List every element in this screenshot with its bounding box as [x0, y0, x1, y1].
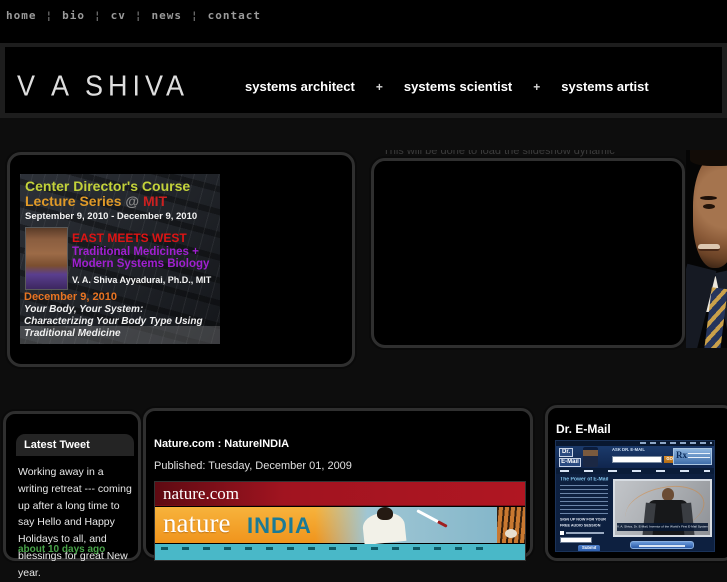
- site-blue-button-label: [639, 545, 685, 547]
- poster-talk-date: December 9, 2010: [24, 291, 117, 303]
- lecture-series-panel: Center Director's Course Lecture Series …: [7, 152, 355, 367]
- nature-india-illustration: [315, 507, 525, 546]
- nav-link-home[interactable]: home: [6, 9, 37, 22]
- tweet-text: Working away in a writing retreat --- co…: [18, 466, 132, 579]
- poster-east-meets-west: EAST MEETS WEST: [72, 231, 187, 245]
- poster-mit: MIT: [142, 193, 168, 209]
- portrait-eyebrow: [700, 196, 717, 200]
- nav-link-cv[interactable]: cv: [111, 9, 126, 22]
- nature-menu-items: [161, 547, 494, 550]
- nature-wordmark: nature: [163, 508, 231, 538]
- site-search-input[interactable]: [612, 456, 662, 463]
- illustration-tiger-chin: [505, 529, 517, 538]
- clipped-caption: This will be done to load the slideshow …: [383, 150, 645, 158]
- poster-title-line1: Center Director's Course: [25, 178, 191, 194]
- header-band: V A SHIVA systems architect + systems sc…: [0, 43, 727, 118]
- nature-news-panel: Nature.com : NatureINDIA Published: Tues…: [143, 408, 533, 561]
- site-content: The Power of E-Mail SIGN UP NOW FOR YOUR…: [556, 474, 714, 551]
- nav-separator: ¦: [134, 9, 143, 22]
- portrait-smile: [698, 244, 720, 251]
- tagline-plus: +: [375, 79, 383, 94]
- ask-dr-email-label: ASK DR. E-MAIL: [612, 448, 645, 453]
- portrait-face: [693, 156, 727, 268]
- signup-line2: FREE AUDIO SESSION: [560, 524, 601, 528]
- dr-email-site-screenshot[interactable]: Dr. E-Mail ASK DR. E-MAIL GO Rx The Powe…: [555, 440, 715, 552]
- photo-caption-text: V. A. Shiva, Dr. E-Mail, Inventor of the…: [617, 525, 708, 529]
- poster-dates: September 9, 2010 - December 9, 2010: [25, 211, 198, 222]
- slideshow-panel: [371, 158, 685, 348]
- nav-separator: ¦: [94, 9, 102, 22]
- lecture-poster-image[interactable]: Center Director's Course Lecture Series …: [20, 174, 220, 344]
- clipped-caption-text: This will be done to load the slideshow …: [383, 150, 615, 157]
- poster-title-line2: Lecture Series @ MIT: [25, 193, 167, 209]
- nature-published-date: Published: Tuesday, December 01, 2009: [154, 460, 352, 472]
- tweet-panel-title: Latest Tweet: [24, 439, 90, 451]
- nature-com-banner: nature.com: [155, 482, 525, 506]
- header-inner: V A SHIVA systems architect + systems sc…: [5, 47, 722, 113]
- illustration-paintbrush: [416, 509, 448, 528]
- poster-talk-title-line3: Traditional Medicine: [24, 328, 121, 339]
- site-logo[interactable]: V A SHIVA: [17, 70, 189, 103]
- rx-program-box[interactable]: Rx: [673, 448, 712, 465]
- site-logo-dr: Dr.: [559, 448, 573, 457]
- signup-checkbox-label: [566, 532, 604, 534]
- site-header-photo: [583, 447, 598, 467]
- site-nav-items: [560, 470, 710, 472]
- poster-traditional-medicines: Traditional Medicines +: [72, 246, 199, 258]
- poster-modern-systems-biology: Modern Systems Biology: [72, 258, 210, 270]
- signup-checkbox[interactable]: [560, 531, 564, 535]
- nature-menu-strip: [155, 544, 525, 560]
- site-blue-button[interactable]: [630, 541, 694, 549]
- india-wordmark: INDIA: [247, 513, 312, 538]
- illustration-writer-head: [377, 507, 393, 520]
- nav-link-contact[interactable]: contact: [208, 9, 261, 22]
- portrait-hair: [690, 150, 727, 166]
- site-logo-email: E-Mail: [559, 458, 581, 467]
- photo-caption-bar: V. A. Shiva, Dr. E-Mail, Inventor of the…: [617, 523, 708, 531]
- rx-text-lines: [688, 453, 710, 461]
- tagline-artist: systems artist: [561, 79, 649, 94]
- nature-banner-image[interactable]: nature.com nature INDIA: [154, 481, 526, 561]
- header-tagline: systems architect + systems scientist + …: [245, 79, 649, 94]
- poster-speaker-photo: [25, 227, 68, 290]
- poster-lecture-series: Lecture Series: [25, 193, 126, 209]
- top-navigation: home ¦ bio ¦ cv ¦ news ¦ contact: [6, 9, 261, 22]
- dr-email-panel: Dr. E-Mail Dr. E-Mail ASK DR. E-MAIL GO …: [545, 405, 727, 561]
- tagline-scientist: systems scientist: [403, 79, 513, 94]
- nav-link-news[interactable]: news: [152, 9, 183, 22]
- poster-at-sign: @: [125, 193, 143, 209]
- dr-email-title: Dr. E-Mail: [556, 422, 611, 436]
- sidebar-paragraph-lines: [560, 485, 608, 515]
- nav-separator: ¦: [191, 9, 199, 22]
- signup-email-input[interactable]: [560, 537, 592, 543]
- nav-separator: ¦: [45, 9, 54, 22]
- site-main-photo: V. A. Shiva, Dr. E-Mail, Inventor of the…: [613, 479, 712, 537]
- portrait-eye: [703, 204, 715, 209]
- nature-article-title[interactable]: Nature.com : NatureINDIA: [154, 438, 289, 450]
- site-header: Dr. E-Mail ASK DR. E-MAIL GO Rx: [556, 446, 714, 468]
- tagline-architect: systems architect: [245, 79, 355, 94]
- go-label: GO: [666, 457, 673, 462]
- nav-link-bio[interactable]: bio: [62, 9, 85, 22]
- rx-logo: Rx: [676, 450, 687, 460]
- power-of-email-heading: The Power of E-Mail: [560, 477, 609, 483]
- signup-submit-button[interactable]: Submit: [578, 545, 600, 551]
- tweet-panel-header: Latest Tweet: [16, 434, 134, 456]
- site-top-links: [640, 442, 712, 444]
- tagline-plus: +: [533, 79, 541, 94]
- portrait-photo: [686, 150, 727, 348]
- nature-com-wordmark: nature.com: [163, 484, 239, 503]
- latest-tweet-panel: Latest Tweet Working away in a writing r…: [3, 411, 141, 579]
- submit-label: Submit: [581, 546, 597, 551]
- poster-talk-title-line2: Characterizing Your Body Type Using: [24, 316, 203, 327]
- tweet-timestamp-link[interactable]: about 10 days ago: [18, 544, 105, 555]
- poster-speaker-name: V. A. Shiva Ayyadurai, Ph.D., MIT: [72, 275, 212, 285]
- poster-talk-title-line1: Your Body, Your System:: [24, 304, 144, 315]
- signup-line1: SIGN UP NOW FOR YOUR: [560, 518, 606, 522]
